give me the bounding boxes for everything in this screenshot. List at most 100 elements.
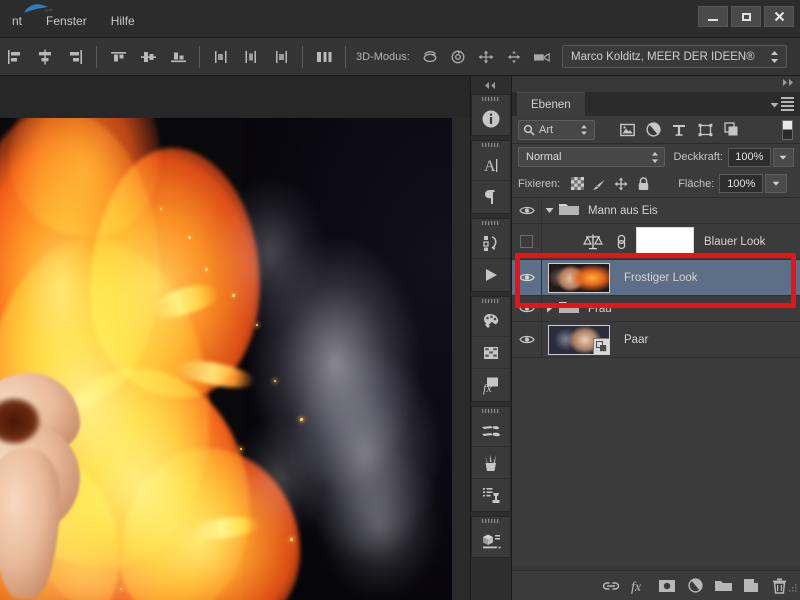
drag-3d-object-icon	[478, 49, 494, 64]
layer-thumbnail[interactable]	[548, 262, 610, 293]
opacity-input[interactable]: 100%	[727, 147, 771, 167]
chevron-updown-icon	[652, 152, 659, 163]
expand-panels-button[interactable]	[779, 78, 795, 90]
collapse-panels-button[interactable]	[471, 76, 511, 94]
tab-ebenen[interactable]: Ebenen	[517, 92, 585, 116]
3d-panel-icon[interactable]	[472, 525, 510, 557]
dock-group-brushes	[471, 406, 511, 512]
filter-enable-toggle[interactable]	[782, 120, 793, 140]
fill-dropdown-button[interactable]	[765, 174, 788, 193]
distribute-right-edges-icon	[276, 50, 287, 63]
rotate-3d-object-button[interactable]	[416, 44, 444, 70]
menu-item-hilfe[interactable]: Hilfe	[99, 12, 147, 30]
chevron-down-icon	[545, 208, 553, 213]
align-top-edges-button[interactable]	[103, 42, 133, 72]
menu-item-fenster[interactable]: Fenster	[34, 12, 99, 30]
filter-adjustment-layers-button[interactable]	[641, 119, 665, 141]
drag-3d-object-button[interactable]	[472, 44, 500, 70]
distribute-horizontal-centers-button[interactable]	[236, 42, 266, 72]
align-bottom-edges-button[interactable]	[163, 42, 193, 72]
align-left-edges-button[interactable]	[0, 42, 30, 72]
new-group-button[interactable]	[710, 573, 736, 599]
filter-shape-layers-button[interactable]	[693, 119, 717, 141]
align-right-edges-button[interactable]	[60, 42, 90, 72]
roll-3d-object-button[interactable]	[444, 44, 472, 70]
layer-visibility-toggle[interactable]	[512, 224, 542, 259]
panel-resize-grip[interactable]	[788, 580, 798, 598]
actions-panel-icon[interactable]	[472, 259, 510, 291]
layer-name-label: Frostiger Look	[624, 271, 698, 284]
close-button[interactable]	[764, 6, 794, 27]
brushes-holder-icon	[485, 454, 496, 471]
dock-grip[interactable]	[472, 407, 510, 415]
layer-visibility-toggle[interactable]	[512, 260, 542, 295]
layer-row-frau[interactable]: Frau	[512, 296, 800, 322]
align-vertical-centers-button[interactable]	[133, 42, 163, 72]
mask-icon	[659, 579, 675, 592]
add-layer-mask-button[interactable]	[654, 573, 680, 599]
layer-mask-link-icon[interactable]	[610, 234, 632, 250]
image-icon	[619, 123, 635, 136]
lock-position-button[interactable]	[610, 173, 632, 195]
align-horizontal-centers-button[interactable]	[30, 42, 60, 72]
chevron-updown-icon	[771, 51, 778, 63]
group-expand-chevron[interactable]	[542, 304, 556, 313]
dock-grip[interactable]	[472, 95, 510, 103]
folder-icon	[558, 299, 580, 318]
chevron-down-icon	[779, 155, 787, 159]
panel-menu-button[interactable]	[770, 97, 794, 113]
layer-visibility-toggle[interactable]	[512, 198, 542, 223]
layer-mask-thumbnail[interactable]	[636, 226, 694, 257]
color-panel-icon[interactable]	[472, 305, 510, 337]
lock-image-pixels-button[interactable]	[588, 173, 610, 195]
layer-row-mann-aus-eis[interactable]: Mann aus Eis	[512, 198, 800, 224]
history-icon	[483, 235, 497, 251]
filter-type-layers-button[interactable]	[667, 119, 691, 141]
maximize-button[interactable]	[731, 6, 761, 27]
link-layers-button[interactable]	[598, 573, 624, 599]
workspace-select[interactable]: Marco Kolditz, MEER DER IDEEN®	[562, 45, 787, 68]
layer-row-blauer-look[interactable]: Blauer Look	[512, 224, 800, 260]
layer-row-paar[interactable]: Paar	[512, 322, 800, 358]
lock-transparent-pixels-button[interactable]	[566, 173, 588, 195]
distribute-spacing-button[interactable]	[309, 42, 339, 72]
filter-smart-objects-button[interactable]	[719, 119, 743, 141]
adjustments-panel-icon[interactable]	[472, 415, 510, 447]
swatches-panel-icon[interactable]	[472, 337, 510, 369]
smart-object-icon	[723, 122, 737, 136]
filter-kind-select[interactable]: Art	[518, 119, 595, 140]
layer-list[interactable]: Mann aus Eis Blauer Look Frostiger Look …	[512, 198, 800, 566]
layer-thumbnail[interactable]	[548, 324, 610, 355]
slide-3d-object-button[interactable]	[500, 44, 528, 70]
menu-item-truncated[interactable]: nt	[0, 12, 34, 30]
scale-3d-object-button[interactable]	[528, 44, 556, 70]
opacity-dropdown-button[interactable]	[772, 147, 794, 167]
lock-all-button[interactable]	[632, 173, 654, 195]
distribute-right-edges-button[interactable]	[266, 42, 296, 72]
clone-source-panel-icon[interactable]	[472, 479, 510, 511]
character-panel-icon[interactable]: A	[472, 149, 510, 181]
info-panel-icon[interactable]	[472, 103, 510, 135]
dock-grip[interactable]	[472, 219, 510, 227]
dock-grip[interactable]	[472, 141, 510, 149]
layer-visibility-toggle[interactable]	[512, 322, 542, 357]
history-panel-icon[interactable]	[472, 227, 510, 259]
add-layer-style-button[interactable]: fx	[626, 573, 652, 599]
dock-group-type: A	[471, 140, 511, 214]
group-expand-chevron[interactable]	[542, 207, 556, 214]
fill-input[interactable]: 100%	[719, 174, 764, 193]
brush-presets-panel-icon[interactable]	[472, 447, 510, 479]
new-layer-button[interactable]	[738, 573, 764, 599]
layer-row-frostiger-look[interactable]: Frostiger Look	[512, 260, 800, 296]
layer-visibility-toggle[interactable]	[512, 296, 542, 321]
distribute-left-edges-button[interactable]	[206, 42, 236, 72]
new-adjustment-layer-button[interactable]	[682, 573, 708, 599]
paragraph-panel-icon[interactable]	[472, 181, 510, 213]
dock-grip[interactable]	[472, 517, 510, 525]
filter-pixel-layers-button[interactable]	[615, 119, 639, 141]
document-canvas[interactable]	[0, 76, 470, 600]
styles-panel-icon[interactable]: fx	[472, 369, 510, 401]
blend-mode-select[interactable]: Normal	[518, 147, 666, 167]
dock-grip[interactable]	[472, 297, 510, 305]
minimize-button[interactable]	[698, 6, 728, 27]
